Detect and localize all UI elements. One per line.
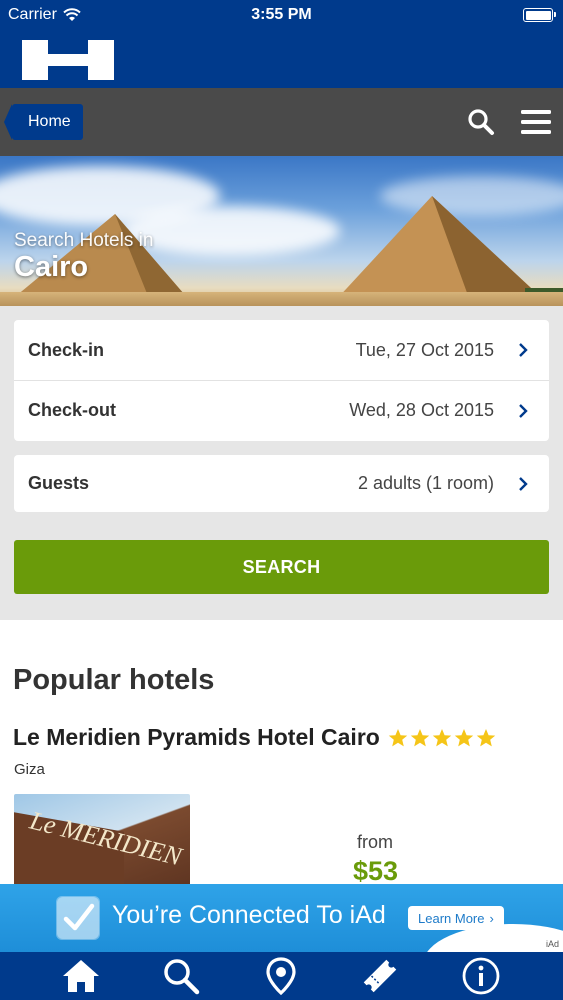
nav-bar: Home xyxy=(0,88,563,156)
iad-tag: iAd xyxy=(545,939,559,949)
checkin-row[interactable]: Check-in Tue, 27 Oct 2015 xyxy=(14,320,549,380)
star-icon xyxy=(432,728,452,746)
checkin-label: Check-in xyxy=(28,339,105,360)
search-button[interactable]: SEARCH xyxy=(14,540,549,594)
guests-row[interactable]: Guests 2 adults (1 room) xyxy=(14,455,549,512)
checkin-value: Tue, 27 Oct 2015 xyxy=(355,339,494,360)
star-icon xyxy=(388,728,408,746)
hotel-price: $53 xyxy=(353,856,399,884)
home-label: Home xyxy=(28,113,71,130)
chevron-right-icon xyxy=(519,343,528,357)
guests-value: 2 adults (1 room) xyxy=(357,473,494,493)
hotel-location: Giza xyxy=(14,761,45,778)
hotel-name: Le Meridien Pyramids Hotel Cairo xyxy=(13,724,380,750)
popular-hotels-section: Popular hotels Le Meridien Pyramids Hote… xyxy=(0,620,563,884)
tab-bar xyxy=(0,952,563,1000)
hero-banner: Search Hotels in Cairo xyxy=(0,156,563,306)
hero-subtitle: Search Hotels in xyxy=(14,230,154,251)
hotels-logo-icon[interactable] xyxy=(22,40,114,80)
star-icon xyxy=(476,728,496,746)
price-from-label: from xyxy=(357,832,393,852)
desert-ground xyxy=(0,292,563,306)
iad-banner[interactable]: You’re Connected To iAd Learn More › iAd xyxy=(0,884,563,952)
guests-label: Guests xyxy=(28,473,90,493)
hero-text: Search Hotels in Cairo xyxy=(14,230,153,284)
tab-search[interactable] xyxy=(161,956,201,996)
tab-home[interactable] xyxy=(61,956,101,996)
checkout-value: Wed, 28 Oct 2015 xyxy=(349,400,494,420)
checkout-label: Check-out xyxy=(28,400,117,420)
home-back-button[interactable]: Home xyxy=(4,104,83,140)
search-icon xyxy=(164,959,200,995)
star-icon xyxy=(454,728,474,746)
hotel-photo[interactable]: Le MERIDIEN xyxy=(14,794,190,884)
ad-text: You’re Connected To iAd xyxy=(112,901,386,929)
search-icon[interactable] xyxy=(467,108,495,136)
learn-more-button[interactable]: Learn More › xyxy=(408,906,504,930)
clock: 3:55 PM xyxy=(251,6,312,23)
learn-more-label: Learn More xyxy=(418,910,485,926)
dates-card: Check-in Tue, 27 Oct 2015 Check-out Wed,… xyxy=(14,320,549,441)
hero-city: Cairo xyxy=(14,251,89,283)
tab-info[interactable] xyxy=(461,956,501,996)
info-icon xyxy=(462,957,500,995)
chevron-right-icon xyxy=(519,403,528,418)
home-icon xyxy=(63,960,99,992)
chevron-right-icon: › xyxy=(489,910,494,926)
search-form: Check-in Tue, 27 Oct 2015 Check-out Wed,… xyxy=(0,306,563,620)
chevron-right-icon xyxy=(519,476,528,491)
status-bar: Carrier 3:55 PM xyxy=(0,0,563,30)
ticket-icon xyxy=(363,959,397,993)
section-title: Popular hotels xyxy=(13,664,215,696)
star-rating xyxy=(388,728,496,748)
tab-bookings[interactable] xyxy=(360,956,400,996)
hotel-card[interactable]: Le Meridien Pyramids Hotel Cairo xyxy=(13,724,496,751)
checkmark-icon xyxy=(56,896,100,940)
battery-icon xyxy=(523,8,556,22)
guests-card: Guests 2 adults (1 room) xyxy=(14,455,549,512)
checkout-row[interactable]: Check-out Wed, 28 Oct 2015 xyxy=(14,380,549,440)
brand-header xyxy=(0,30,563,88)
tab-nearby[interactable] xyxy=(261,956,301,996)
location-pin-icon xyxy=(266,957,296,996)
star-icon xyxy=(410,728,430,746)
menu-icon[interactable] xyxy=(521,108,551,136)
